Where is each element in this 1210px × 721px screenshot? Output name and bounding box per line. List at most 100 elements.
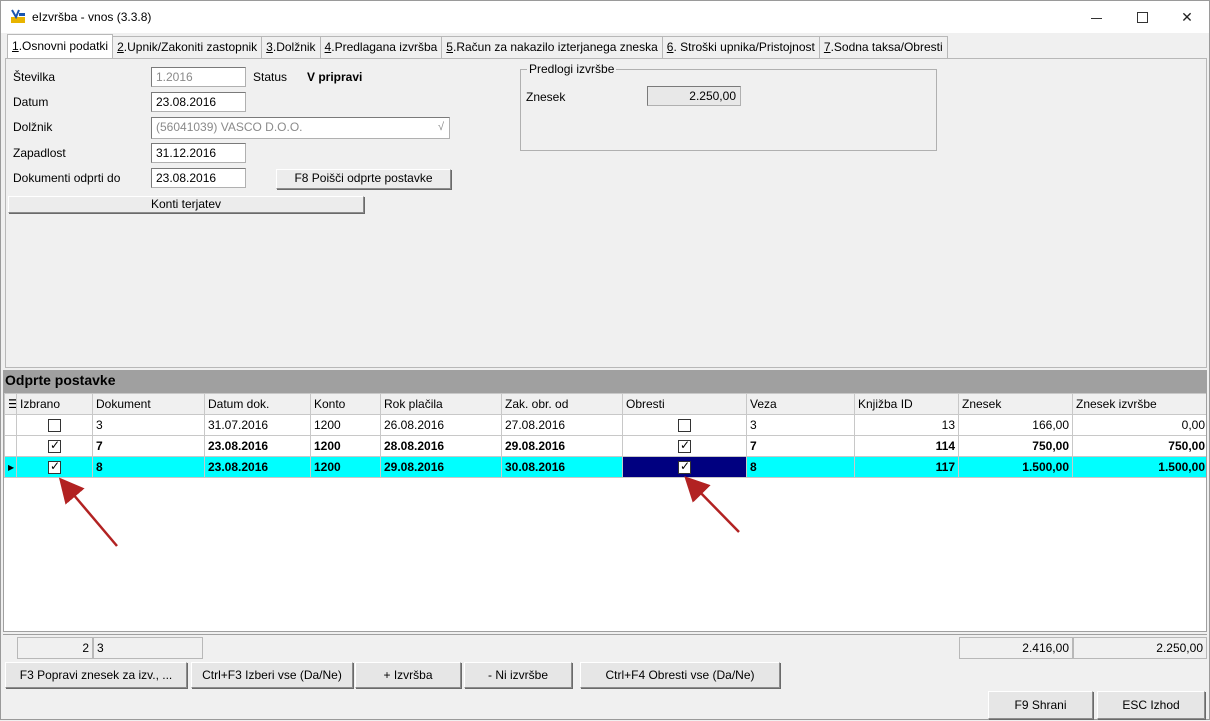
plus-izvrsba-button[interactable]: + Izvršba — [355, 662, 461, 688]
dolznik-lookup-icon[interactable]: √ — [434, 119, 448, 135]
minimize-button[interactable] — [1073, 1, 1119, 33]
veza-cell[interactable]: 8 — [746, 456, 855, 478]
col-zak-obr-od[interactable]: Zak. obr. od — [501, 393, 623, 415]
konti-terjatev-button[interactable]: Konti terjatev — [8, 196, 364, 213]
table-row-selected[interactable]: ▶ 8 23.08.2016 1200 29.08.2016 30.08.201… — [4, 456, 1206, 478]
rok-cell[interactable]: 29.08.2016 — [380, 456, 502, 478]
izbrano-cell[interactable] — [16, 435, 93, 457]
save-button[interactable]: F9 Shrani — [988, 691, 1093, 719]
izbrano-checkbox[interactable] — [48, 459, 61, 475]
znesek-cell[interactable]: 166,00 — [958, 414, 1073, 436]
predlogi-izvrsbe-group: Predlogi izvršbe Znesek 2.250,00 — [520, 62, 937, 151]
zapadlost-field[interactable]: 31.12.2016 — [151, 143, 246, 163]
izvrsba-cell[interactable]: 0,00 — [1072, 414, 1206, 436]
col-konto[interactable]: Konto — [310, 393, 381, 415]
col-datum-dok[interactable]: Datum dok. — [204, 393, 311, 415]
tab-upnik[interactable]: 2.Upnik/Zakoniti zastopnik — [112, 36, 263, 58]
tab-sodna-taksa[interactable]: 7.Sodna taksa/Obresti — [818, 36, 948, 58]
izbrano-cell[interactable] — [16, 414, 93, 436]
col-rok-placila[interactable]: Rok plačila — [380, 393, 502, 415]
window-title: eIzvršba - vnos (3.3.8) — [32, 10, 152, 24]
col-dokument[interactable]: Dokument — [92, 393, 205, 415]
dokument-cell[interactable]: 7 — [92, 435, 205, 457]
dokument-cell[interactable]: 3 — [92, 414, 205, 436]
znesek-cell[interactable]: 1.500,00 — [958, 456, 1073, 478]
tab-racun-za-nakazilo[interactable]: 5.Račun za nakazilo izterjanega zneska — [441, 36, 663, 58]
tab-osnovni-podatki[interactable]: 1.Osnovni podatki — [7, 34, 114, 58]
footer-selected-count: 2 — [17, 637, 93, 659]
datum-label: Datum — [13, 95, 49, 109]
dolznik-combo[interactable]: (56041039) VASCO D.O.O. √ — [151, 117, 450, 139]
grid-caption: Odprte postavke — [3, 370, 1207, 392]
table-row[interactable]: 3 31.07.2016 1200 26.08.2016 27.08.2016 … — [4, 414, 1206, 436]
col-znesek[interactable]: Znesek — [958, 393, 1073, 415]
obresti-checkbox[interactable] — [678, 419, 691, 433]
veza-cell[interactable]: 3 — [746, 414, 855, 436]
close-button[interactable]: ✕ — [1164, 1, 1210, 33]
knjizba-cell[interactable]: 114 — [854, 435, 959, 457]
stevilka-field[interactable]: 1.2016 — [151, 67, 246, 87]
konto-cell[interactable]: 1200 — [310, 414, 381, 436]
datum-cell[interactable]: 23.08.2016 — [204, 456, 311, 478]
obresti-cell[interactable] — [622, 414, 747, 436]
zak-cell[interactable]: 30.08.2016 — [501, 456, 623, 478]
dolznik-value: (56041039) VASCO D.O.O. — [156, 120, 303, 134]
izvrsba-cell[interactable]: 1.500,00 — [1072, 456, 1206, 478]
col-veza[interactable]: Veza — [746, 393, 855, 415]
ctrl-f4-obresti-vse-button[interactable]: Ctrl+F4 Obresti vse (Da/Ne) — [580, 662, 780, 688]
zak-cell[interactable]: 27.08.2016 — [501, 414, 623, 436]
app-icon — [11, 9, 25, 23]
tab-label: .Dolžnik — [272, 40, 316, 54]
status-label: Status — [253, 70, 288, 84]
tab-predlagana-izvrsba[interactable]: 4.Predlagana izvršba — [319, 36, 443, 58]
odprte-postavke-grid: ☰ Izbrano Dokument Datum dok. Konto Rok … — [3, 392, 1207, 632]
grid-corner-icon[interactable]: ☰ — [4, 393, 17, 415]
tab-dolznik[interactable]: 3.Dolžnik — [261, 36, 321, 58]
zak-cell[interactable]: 29.08.2016 — [501, 435, 623, 457]
dokument-cell[interactable]: 8 — [92, 456, 205, 478]
obresti-checkbox[interactable] — [678, 438, 691, 454]
close-icon: ✕ — [1181, 8, 1193, 25]
konto-cell[interactable]: 1200 — [310, 456, 381, 478]
zapadlost-label: Zapadlost — [13, 146, 66, 160]
dokumenti-odprti-field[interactable]: 23.08.2016 — [151, 168, 246, 188]
find-open-items-button[interactable]: F8 Poišči odprte postavke — [276, 169, 451, 189]
grid-footer: 2 3 2.416,00 2.250,00 — [3, 634, 1207, 660]
col-obresti[interactable]: Obresti — [622, 393, 747, 415]
maximize-icon — [1136, 11, 1148, 23]
ni-izvrsbe-button[interactable]: - Ni izvršbe — [464, 662, 572, 688]
main-window: eIzvršba - vnos (3.3.8) ✕ 1.Osnovni poda… — [0, 0, 1210, 720]
predlogi-izvrsbe-title: Predlogi izvršbe — [527, 62, 617, 76]
col-znesek-izvrsbe[interactable]: Znesek izvršbe — [1072, 393, 1206, 415]
tab-hotkey: 5 — [446, 40, 453, 54]
row-indicator — [4, 414, 17, 436]
f3-popravi-znesek-button[interactable]: F3 Popravi znesek za izv., ... — [5, 662, 187, 688]
obresti-cell[interactable] — [622, 435, 747, 457]
obresti-checkbox[interactable] — [678, 459, 691, 475]
tab-stroski-upnika[interactable]: 6. Stroški upnika/Pristojnost — [661, 36, 820, 58]
grid-table: ☰ Izbrano Dokument Datum dok. Konto Rok … — [4, 393, 1206, 478]
datum-cell[interactable]: 31.07.2016 — [204, 414, 311, 436]
exit-button[interactable]: ESC Izhod — [1097, 691, 1205, 719]
konto-cell[interactable]: 1200 — [310, 435, 381, 457]
table-row[interactable]: 7 23.08.2016 1200 28.08.2016 29.08.2016 … — [4, 435, 1206, 457]
izbrano-checkbox[interactable] — [48, 438, 61, 454]
izvrsba-cell[interactable]: 750,00 — [1072, 435, 1206, 457]
ctrl-f3-izberi-vse-button[interactable]: Ctrl+F3 Izberi vse (Da/Ne) — [191, 662, 353, 688]
rok-cell[interactable]: 26.08.2016 — [380, 414, 502, 436]
col-izbrano[interactable]: Izbrano — [16, 393, 93, 415]
maximize-button[interactable] — [1119, 1, 1165, 33]
datum-field[interactable]: 23.08.2016 — [151, 92, 246, 112]
predlogi-znesek-field: 2.250,00 — [647, 86, 741, 106]
veza-cell[interactable]: 7 — [746, 435, 855, 457]
grid-header-row: ☰ Izbrano Dokument Datum dok. Konto Rok … — [4, 393, 1206, 415]
rok-cell[interactable]: 28.08.2016 — [380, 435, 502, 457]
knjizba-cell[interactable]: 117 — [854, 456, 959, 478]
col-knjizba-id[interactable]: Knjižba ID — [854, 393, 959, 415]
izbrano-checkbox[interactable] — [48, 419, 61, 433]
obresti-cell-focused[interactable] — [622, 456, 747, 478]
knjizba-cell[interactable]: 13 — [854, 414, 959, 436]
znesek-cell[interactable]: 750,00 — [958, 435, 1073, 457]
izbrano-cell[interactable] — [16, 456, 93, 478]
datum-cell[interactable]: 23.08.2016 — [204, 435, 311, 457]
